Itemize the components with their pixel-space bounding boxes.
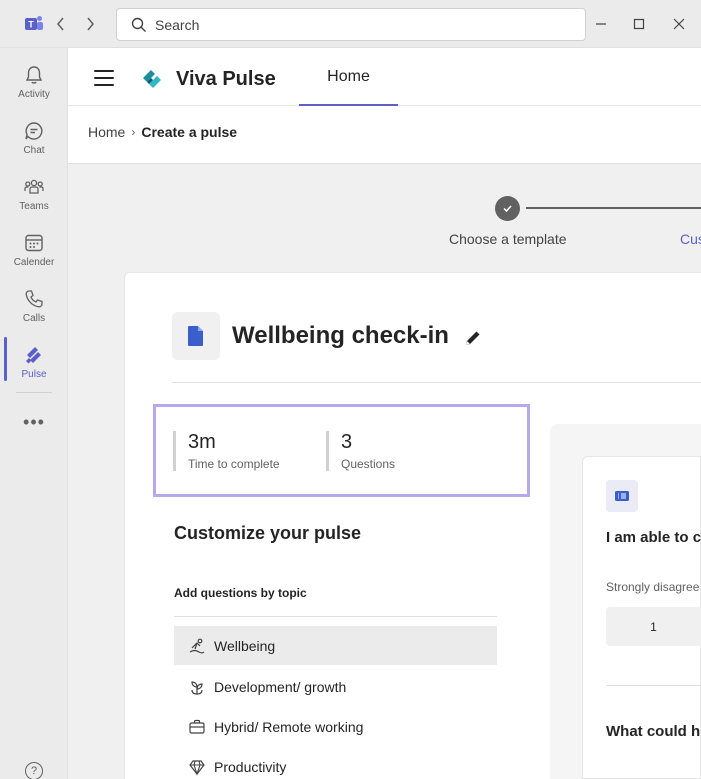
- chat-icon: [25, 122, 43, 140]
- teams-icon: [24, 179, 44, 194]
- stat-caption: Questions: [341, 457, 396, 471]
- pulse-icon: [26, 347, 41, 364]
- more-apps-icon[interactable]: •••: [0, 412, 68, 433]
- rail-label: Activity: [18, 89, 50, 100]
- topics-heading: Add questions by topic: [174, 586, 307, 600]
- forward-arrow-icon[interactable]: [81, 14, 99, 34]
- briefcase-icon: [189, 719, 205, 734]
- step-complete-check-icon: [495, 196, 520, 221]
- left-rail: Activity Chat Teams Calender Calls Pulse…: [0, 48, 68, 779]
- back-arrow-icon[interactable]: [52, 14, 70, 34]
- topic-label: Development/ growth: [214, 678, 347, 695]
- stat-time: 3m Time to complete: [173, 431, 280, 471]
- stat-value: 3: [341, 431, 353, 453]
- preview-question-2: What could h: [606, 723, 701, 740]
- title-divider: [172, 382, 701, 383]
- topic-development[interactable]: Development/ growth: [174, 667, 497, 706]
- breadcrumb: Home › Create a pulse: [88, 124, 237, 140]
- rail-item-activity[interactable]: Activity: [0, 60, 68, 112]
- step-customize[interactable]: Cus: [680, 231, 701, 247]
- breadcrumb-current: Create a pulse: [141, 124, 238, 140]
- document-icon: [188, 326, 203, 346]
- minimize-icon[interactable]: [591, 14, 611, 34]
- rail-item-chat[interactable]: Chat: [0, 116, 68, 168]
- search-input[interactable]: Search: [116, 8, 586, 41]
- rail-label: Chat: [23, 145, 45, 156]
- customize-heading: Customize your pulse: [174, 523, 362, 543]
- step-choose-template[interactable]: Choose a template: [449, 231, 567, 247]
- maximize-icon[interactable]: [629, 14, 649, 34]
- template-tile: [172, 312, 220, 360]
- growth-icon: [191, 680, 203, 695]
- stat-questions: 3 Questions: [326, 431, 395, 471]
- breadcrumb-home-link[interactable]: Home: [88, 124, 125, 140]
- rating-scale-icon: [615, 491, 629, 501]
- topics-divider: [174, 616, 497, 617]
- wellbeing-icon: [189, 638, 205, 653]
- viva-pulse-logo-icon: [143, 70, 161, 88]
- topic-label: Productivity: [214, 758, 287, 775]
- topic-hybrid[interactable]: Hybrid/ Remote working: [174, 707, 497, 746]
- topic-wellbeing[interactable]: Wellbeing: [174, 626, 497, 665]
- stepper-connector: [526, 207, 701, 209]
- topic-productivity[interactable]: Productivity: [174, 747, 497, 779]
- pulse-stats-highlight: 3m Time to complete 3 Questions: [153, 404, 530, 497]
- question-type-tile: [606, 480, 638, 512]
- scale-option-1[interactable]: 1: [606, 607, 701, 646]
- phone-icon: [25, 290, 43, 308]
- pulse-title: Wellbeing check-in: [232, 322, 449, 349]
- search-placeholder: Search: [155, 16, 200, 33]
- rail-item-calendar[interactable]: Calender: [0, 228, 68, 280]
- rail-item-pulse[interactable]: Pulse: [0, 340, 68, 392]
- hamburger-menu-icon[interactable]: [94, 70, 114, 86]
- active-indicator: [4, 337, 7, 381]
- rail-label: Calls: [22, 313, 46, 324]
- rail-item-teams[interactable]: Teams: [0, 172, 68, 224]
- search-icon: [131, 17, 146, 32]
- rail-label: Pulse: [21, 369, 47, 380]
- preview-divider: [606, 685, 701, 686]
- help-icon[interactable]: ?: [25, 762, 43, 779]
- title-bar: T Search: [0, 0, 701, 48]
- close-icon[interactable]: [669, 14, 689, 34]
- rail-item-calls[interactable]: Calls: [0, 284, 68, 336]
- chevron-right-icon: ›: [131, 125, 136, 139]
- stat-value: 3m: [188, 431, 216, 453]
- app-header: Viva Pulse Home: [68, 48, 701, 106]
- scale-label: Strongly disagree: [606, 580, 700, 594]
- rail-label: Teams: [19, 201, 49, 212]
- rail-divider: [16, 392, 52, 393]
- teams-logo-icon[interactable]: T: [24, 14, 44, 34]
- rail-label: Calender: [13, 257, 55, 268]
- edit-pencil-icon[interactable]: [463, 328, 483, 348]
- diamond-icon: [189, 759, 205, 776]
- svg-text:T: T: [28, 20, 34, 30]
- calendar-icon: [25, 234, 43, 252]
- app-title: Viva Pulse: [176, 68, 276, 90]
- topic-label: Wellbeing: [214, 637, 276, 654]
- bell-icon: [25, 66, 43, 84]
- preview-question-1: I am able to c: [606, 529, 701, 546]
- tab-home[interactable]: Home: [299, 48, 398, 106]
- stat-caption: Time to complete: [188, 457, 280, 471]
- breadcrumb-bar: Home › Create a pulse: [68, 106, 701, 164]
- topic-label: Hybrid/ Remote working: [214, 718, 364, 735]
